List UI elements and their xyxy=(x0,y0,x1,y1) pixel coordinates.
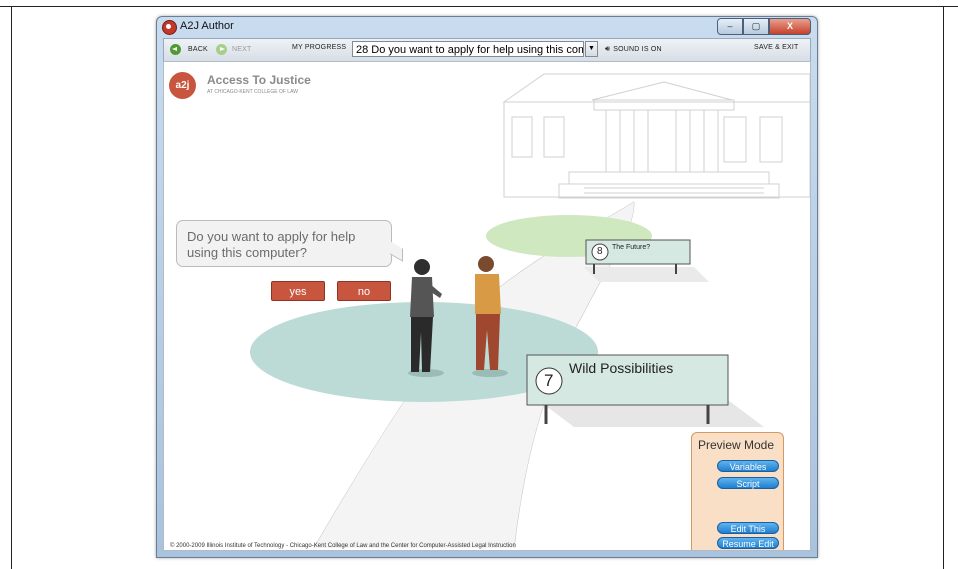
variables-button[interactable]: Variables xyxy=(717,460,779,472)
preview-mode-panel: Preview Mode Variables Script Edit This … xyxy=(691,432,784,550)
sound-toggle[interactable]: 🔊︎ SOUND IS ON xyxy=(605,44,662,54)
resume-edit-button[interactable]: Resume Edit xyxy=(717,537,779,549)
far-sign-number: 8 xyxy=(597,246,603,257)
progress-select[interactable]: 28 Do you want to apply for help using t… xyxy=(352,41,584,57)
maximize-button[interactable]: ▢ xyxy=(743,18,769,35)
close-button[interactable]: X xyxy=(769,18,811,35)
next-button[interactable]: NEXT xyxy=(216,44,251,55)
back-label: BACK xyxy=(188,46,208,53)
window-controls: – ▢ X xyxy=(717,18,811,35)
save-exit-button[interactable]: SAVE & EXIT xyxy=(754,44,798,51)
sound-label: SOUND IS ON xyxy=(613,45,662,53)
brand-subtitle: AT CHICAGO-KENT COLLEGE OF LAW xyxy=(207,89,298,95)
my-progress-label: MY PROGRESS xyxy=(292,44,347,51)
next-arrow-icon xyxy=(216,44,227,55)
frame-right-line xyxy=(943,6,944,569)
copyright-footer: © 2000-2009 Illinois Institute of Techno… xyxy=(170,543,516,549)
no-button[interactable]: no xyxy=(337,281,391,301)
minimize-button[interactable]: – xyxy=(717,18,743,35)
preview-mode-title: Preview Mode xyxy=(698,438,775,452)
yes-button[interactable]: yes xyxy=(271,281,325,301)
app-window: A2J Author – ▢ X BACK NEXT MY PROGRESS 2… xyxy=(156,16,818,558)
back-button[interactable]: BACK xyxy=(170,44,208,55)
speaker-icon: 🔊︎ xyxy=(605,44,611,53)
frame-left-line xyxy=(11,6,12,569)
a2j-logo: a2j xyxy=(169,72,196,99)
navigation-toolbar: BACK NEXT MY PROGRESS 28 Do you want to … xyxy=(163,38,811,62)
script-button[interactable]: Script xyxy=(717,477,779,489)
near-sign-number: 7 xyxy=(544,371,554,390)
app-icon xyxy=(162,20,177,35)
window-title: A2J Author xyxy=(180,20,234,32)
interview-stage: a2j Access To Justice AT CHICAGO-KENT CO… xyxy=(163,61,811,551)
title-bar[interactable]: A2J Author – ▢ X xyxy=(157,17,817,37)
edit-this-button[interactable]: Edit This xyxy=(717,522,779,534)
courthouse-illustration xyxy=(502,73,810,199)
frame-top-line xyxy=(0,6,958,7)
near-sign-label: Wild Possibilities xyxy=(569,360,674,376)
question-bubble: Do you want to apply for help using this… xyxy=(176,220,392,267)
next-label: NEXT xyxy=(232,46,252,53)
brand-name: Access To Justice xyxy=(207,73,311,87)
back-arrow-icon xyxy=(170,44,181,55)
far-sign-label: The Future? xyxy=(612,244,651,251)
progress-dropdown-arrow-icon[interactable]: ▼ xyxy=(585,41,598,57)
